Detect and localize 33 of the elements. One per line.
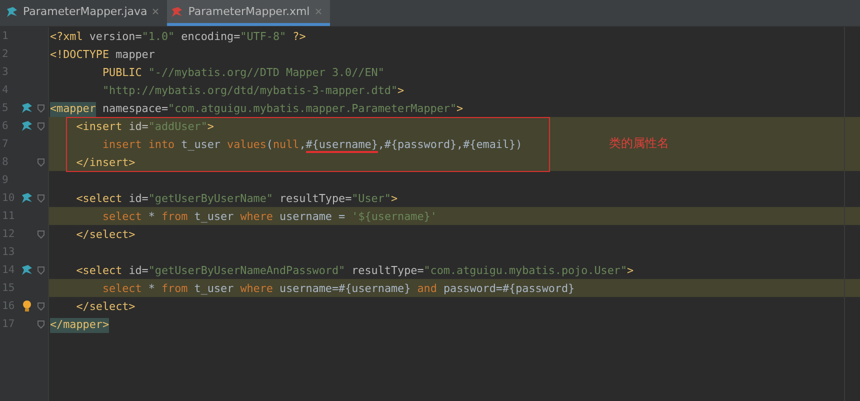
code-line: <?xml version="1.0" encoding="UTF-8" ?>: [50, 30, 306, 42]
code-line: <insert id="addUser">: [75, 120, 214, 132]
file-icon: [171, 6, 184, 18]
code-line: <mapper namespace="com.atguigu.mybatis.mapper.ParameterMapper">: [50, 102, 464, 114]
bird-icon[interactable]: [20, 120, 33, 132]
fold-icon[interactable]: [36, 158, 45, 166]
code-line: </select>: [75, 300, 136, 312]
lightbulb-icon[interactable]: [22, 300, 32, 312]
fold-icon[interactable]: [36, 122, 45, 130]
file-tab[interactable]: ParameterMapper.xml: [167, 0, 330, 26]
annotation-note: 类的属性名: [609, 135, 669, 152]
file-icon: [6, 6, 18, 18]
code-line: select * from t_user where username = '${username}': [101, 210, 437, 222]
code-line: select * from t_user where username=#{username} and password=#{password}: [101, 282, 575, 294]
close-icon[interactable]: [314, 8, 322, 15]
code-line: <select id="getUserByUserNameAndPassword" resultType="com.atguigu.mybatis.pojo.User">: [75, 264, 634, 276]
fold-icon[interactable]: [36, 302, 45, 310]
code-line: <select id="getUserByUserName" resultType="User">: [75, 192, 398, 204]
fold-icon[interactable]: [36, 230, 45, 238]
code-line: "http://mybatis.org/dtd/mybatis-3-mapper.dtd">: [101, 84, 404, 96]
fold-icon[interactable]: [36, 266, 45, 274]
file-tab[interactable]: ParameterMapper.java: [2, 0, 168, 26]
bird-icon[interactable]: [20, 192, 33, 204]
close-icon[interactable]: [152, 8, 160, 15]
bird-icon[interactable]: [20, 264, 33, 276]
code-line: </select>: [75, 228, 136, 240]
code-line: <!DOCTYPE mapper: [50, 48, 155, 60]
code-line: PUBLIC "-//mybatis.org//DTD Mapper 3.0//EN": [101, 66, 384, 78]
bird-icon[interactable]: [20, 102, 33, 114]
fold-icon[interactable]: [36, 320, 45, 328]
fold-icon[interactable]: [36, 194, 45, 202]
code-line: </insert>: [75, 156, 136, 168]
fold-icon[interactable]: [36, 104, 45, 112]
